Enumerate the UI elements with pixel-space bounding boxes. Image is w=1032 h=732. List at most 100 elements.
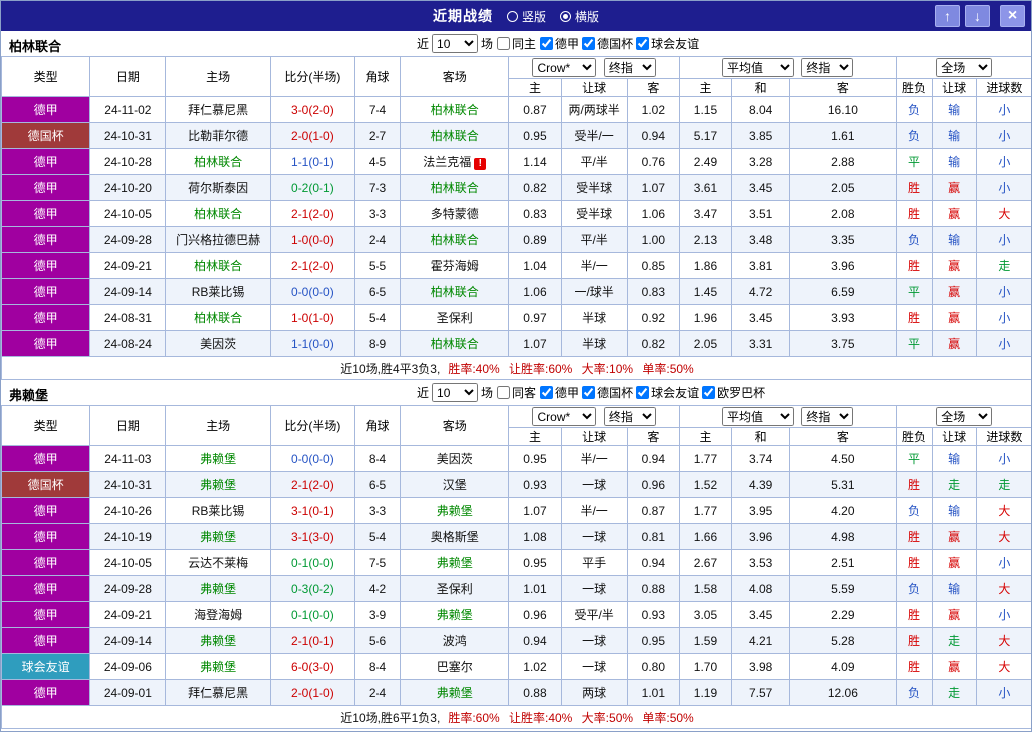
match-count-select[interactable]: 10 xyxy=(432,383,479,402)
home-team[interactable]: 柏林联合 xyxy=(165,148,271,175)
match-score[interactable]: 2-1(2-0) xyxy=(269,252,355,279)
match-score[interactable]: 1-1(0-1) xyxy=(269,148,355,175)
home-team[interactable]: 柏林联合 xyxy=(165,200,271,227)
layout-option-vertical[interactable]: 竖版 xyxy=(506,8,546,25)
match-scope-select[interactable]: 全场 xyxy=(936,407,993,426)
home-team[interactable]: 弗赖堡 xyxy=(165,445,271,472)
eu-draw-odds: 4.72 xyxy=(731,278,791,305)
home-team[interactable]: 弗赖堡 xyxy=(165,653,271,680)
home-team[interactable]: 弗赖堡 xyxy=(165,627,271,654)
column-header: 客 xyxy=(789,78,897,97)
away-team[interactable]: 弗赖堡 xyxy=(400,601,510,628)
eu-draw-odds: 8.04 xyxy=(731,96,791,123)
checkbox[interactable] xyxy=(497,37,511,50)
euro-final-select[interactable]: 终指 xyxy=(801,58,854,77)
home-team[interactable]: 美因茨 xyxy=(165,330,271,357)
match-score[interactable]: 1-1(0-0) xyxy=(269,330,355,357)
away-team[interactable]: 多特蒙德 xyxy=(400,200,510,227)
close-button[interactable]: × xyxy=(1000,5,1025,27)
league-filter-checkbox[interactable]: 德国杯 xyxy=(581,35,633,52)
checkbox[interactable] xyxy=(636,37,650,50)
away-team[interactable]: 圣保利 xyxy=(400,575,510,602)
away-team[interactable]: 柏林联合 xyxy=(400,96,510,123)
move-up-button[interactable]: ↑ xyxy=(935,5,960,27)
home-team[interactable]: 云达不莱梅 xyxy=(165,549,271,576)
away-team[interactable]: 法兰克福! xyxy=(400,148,510,175)
checkbox[interactable] xyxy=(582,37,596,50)
match-score[interactable]: 0-1(0-0) xyxy=(269,549,355,576)
match-score[interactable]: 1-0(1-0) xyxy=(269,304,355,331)
home-team[interactable]: 弗赖堡 xyxy=(165,575,271,602)
checkbox[interactable] xyxy=(702,386,716,399)
asian-final-select[interactable]: 终指 xyxy=(603,58,656,77)
home-team[interactable]: 拜仁慕尼黑 xyxy=(165,679,271,706)
away-team[interactable]: 奥格斯堡 xyxy=(400,523,510,550)
column-header: 主场 xyxy=(165,405,271,446)
league-filter-checkbox[interactable]: 德甲 xyxy=(539,384,579,401)
away-team[interactable]: 波鸿 xyxy=(400,627,510,654)
match-count-select[interactable]: 10 xyxy=(432,34,479,53)
home-team[interactable]: 门兴格拉德巴赫 xyxy=(165,226,271,253)
league-filter-checkbox[interactable]: 欧罗巴杯 xyxy=(701,384,765,401)
away-team[interactable]: 汉堡 xyxy=(400,471,510,498)
match-score[interactable]: 0-0(0-0) xyxy=(269,445,355,472)
match-score[interactable]: 0-0(0-0) xyxy=(269,278,355,305)
eu-draw-odds: 3.45 xyxy=(731,174,791,201)
match-score[interactable]: 2-0(1-0) xyxy=(269,679,355,706)
home-team[interactable]: 荷尔斯泰因 xyxy=(165,174,271,201)
home-team[interactable]: RB莱比锡 xyxy=(165,278,271,305)
away-team[interactable]: 弗赖堡 xyxy=(400,679,510,706)
match-score[interactable]: 2-1(0-1) xyxy=(269,627,355,654)
league-filter-checkbox[interactable]: 球会友谊 xyxy=(635,35,699,52)
euro-average-select[interactable]: 平均值 xyxy=(722,407,795,426)
checkbox[interactable] xyxy=(582,386,596,399)
match-score[interactable]: 2-1(2-0) xyxy=(269,471,355,498)
away-team[interactable]: 柏林联合 xyxy=(400,122,510,149)
asian-final-select[interactable]: 终指 xyxy=(603,407,656,426)
match-score[interactable]: 2-1(2-0) xyxy=(269,200,355,227)
match-score[interactable]: 3-0(2-0) xyxy=(269,96,355,123)
home-team[interactable]: RB莱比锡 xyxy=(165,497,271,524)
match-score[interactable]: 0-1(0-0) xyxy=(269,601,355,628)
away-team[interactable]: 霍芬海姆 xyxy=(400,252,510,279)
match-score[interactable]: 0-2(0-1) xyxy=(269,174,355,201)
home-team[interactable]: 柏林联合 xyxy=(165,252,271,279)
home-team[interactable]: 弗赖堡 xyxy=(165,523,271,550)
euro-final-select[interactable]: 终指 xyxy=(801,407,854,426)
away-team[interactable]: 柏林联合 xyxy=(400,278,510,305)
match-score[interactable]: 3-1(0-1) xyxy=(269,497,355,524)
same-venue-checkbox[interactable]: 同客 xyxy=(496,384,536,401)
home-team[interactable]: 海登海姆 xyxy=(165,601,271,628)
checkbox[interactable] xyxy=(540,386,554,399)
away-team[interactable]: 弗赖堡 xyxy=(400,549,510,576)
league-filter-checkbox[interactable]: 球会友谊 xyxy=(635,384,699,401)
match-score[interactable]: 0-3(0-2) xyxy=(269,575,355,602)
home-team[interactable]: 拜仁慕尼黑 xyxy=(165,96,271,123)
layout-option-horizontal[interactable]: 横版 xyxy=(560,8,599,25)
match-score[interactable]: 2-0(1-0) xyxy=(269,122,355,149)
checkbox[interactable] xyxy=(540,37,554,50)
away-team[interactable]: 美因茨 xyxy=(400,445,510,472)
match-scope-select[interactable]: 全场 xyxy=(936,58,993,77)
bookmaker-select[interactable]: Crow* xyxy=(532,407,597,426)
league-filter-checkbox[interactable]: 德甲 xyxy=(539,35,579,52)
same-venue-checkbox[interactable]: 同主 xyxy=(496,35,536,52)
checkbox[interactable] xyxy=(497,386,511,399)
checkbox[interactable] xyxy=(636,386,650,399)
match-score[interactable]: 3-1(3-0) xyxy=(269,523,355,550)
away-team[interactable]: 柏林联合 xyxy=(400,174,510,201)
euro-average-select[interactable]: 平均值 xyxy=(722,58,795,77)
away-team[interactable]: 柏林联合 xyxy=(400,226,510,253)
away-team[interactable]: 柏林联合 xyxy=(400,330,510,357)
away-team[interactable]: 弗赖堡 xyxy=(400,497,510,524)
home-team[interactable]: 柏林联合 xyxy=(165,304,271,331)
away-team[interactable]: 圣保利 xyxy=(400,304,510,331)
home-team[interactable]: 比勒菲尔德 xyxy=(165,122,271,149)
away-team[interactable]: 巴塞尔 xyxy=(400,653,510,680)
home-team[interactable]: 弗赖堡 xyxy=(165,471,271,498)
bookmaker-select[interactable]: Crow* xyxy=(532,58,597,77)
match-score[interactable]: 1-0(0-0) xyxy=(269,226,355,253)
move-down-button[interactable]: ↓ xyxy=(965,5,990,27)
match-score[interactable]: 6-0(3-0) xyxy=(269,653,355,680)
league-filter-checkbox[interactable]: 德国杯 xyxy=(581,384,633,401)
